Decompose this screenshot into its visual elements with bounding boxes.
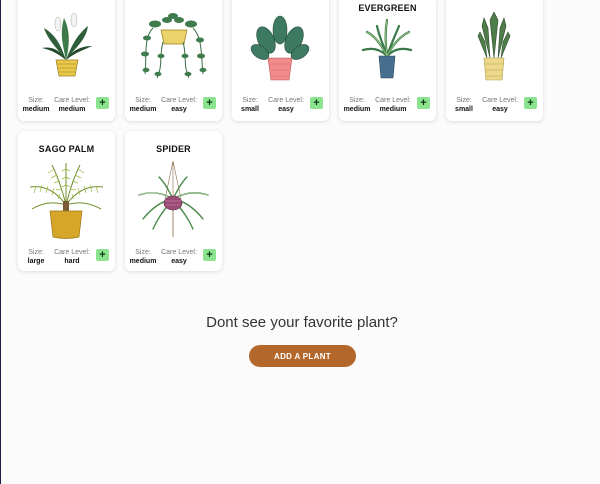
size-value: large <box>27 258 45 265</box>
care-level-label: Care Level: <box>54 249 90 256</box>
plant-card: Size: small Care Level: easy + <box>446 0 543 121</box>
size-value: medium <box>129 106 157 113</box>
add-to-cart-button[interactable]: + <box>203 249 216 261</box>
add-to-cart-button[interactable]: + <box>524 97 537 109</box>
evergreen-plant-icon <box>361 18 413 79</box>
care-level-info: Care Level: hard <box>50 248 94 266</box>
care-level-value: medium <box>58 106 86 113</box>
plant-name: SAGO PALM <box>38 144 95 154</box>
size-label: Size: <box>456 97 472 104</box>
size-value: medium <box>129 258 157 265</box>
plant-card: SPIDER Size: medium Care Level: easy + <box>125 131 222 271</box>
add-to-cart-button[interactable]: + <box>203 97 216 109</box>
add-to-cart-button[interactable]: + <box>96 249 109 261</box>
plant-card: EVERGREEN Size: medium Care Level: mediu… <box>339 0 436 121</box>
size-info: Size: medium <box>128 96 158 114</box>
size-value: small <box>455 106 473 113</box>
size-label: Size: <box>349 97 365 104</box>
care-level-label: Care Level: <box>54 97 90 104</box>
size-label: Size: <box>135 249 151 256</box>
size-info: Size: medium <box>21 96 51 114</box>
care-level-label: Care Level: <box>375 97 411 104</box>
size-label: Size: <box>28 249 44 256</box>
care-level-value: medium <box>379 106 407 113</box>
size-value: medium <box>343 106 371 113</box>
size-value: medium <box>22 106 50 113</box>
missing-plant-prompt: Dont see your favorite plant? <box>206 314 398 331</box>
plant-card: Size: medium Care Level: easy + <box>125 0 222 121</box>
calathea-plant-icon <box>250 15 310 81</box>
care-level-info: Care Level: easy <box>157 96 201 114</box>
care-level-info: Care Level: medium <box>50 96 94 114</box>
size-label: Size: <box>28 97 44 104</box>
plant-card: Size: small Care Level: easy + <box>232 0 329 121</box>
care-level-label: Care Level: <box>161 97 197 104</box>
care-level-value: hard <box>64 258 80 265</box>
size-info: Size: small <box>449 96 479 114</box>
size-info: Size: large <box>21 248 51 266</box>
snake-plant-icon <box>477 12 511 81</box>
size-value: small <box>241 106 259 113</box>
size-label: Size: <box>135 97 151 104</box>
care-level-info: Care Level: easy <box>478 96 522 114</box>
add-to-cart-button[interactable]: + <box>310 97 323 109</box>
spider-plant-icon <box>138 161 209 237</box>
care-level-info: Care Level: easy <box>157 248 201 266</box>
pothos-plant-icon <box>141 13 207 79</box>
plant-card: Size: medium Care Level: medium + <box>18 0 115 121</box>
add-to-cart-button[interactable]: + <box>96 97 109 109</box>
plant-name: SPIDER <box>156 144 191 154</box>
peace-lily-plant-icon <box>42 12 92 77</box>
add-to-cart-button[interactable]: + <box>417 97 430 109</box>
care-level-info: Care Level: easy <box>264 96 308 114</box>
care-level-value: easy <box>492 106 508 113</box>
care-level-value: easy <box>278 106 294 113</box>
care-level-label: Care Level: <box>268 97 304 104</box>
size-label: Size: <box>242 97 258 104</box>
size-info: Size: small <box>235 96 265 114</box>
care-level-value: easy <box>171 258 187 265</box>
add-plant-button[interactable]: ADD A PLANT <box>249 345 356 367</box>
size-info: Size: medium <box>342 96 372 114</box>
care-level-value: easy <box>171 106 187 113</box>
care-level-label: Care Level: <box>482 97 518 104</box>
plant-name: EVERGREEN <box>358 3 417 13</box>
care-level-label: Care Level: <box>161 249 197 256</box>
size-info: Size: medium <box>128 248 158 266</box>
care-level-info: Care Level: medium <box>371 96 415 114</box>
sago-palm-plant-icon <box>29 163 104 239</box>
plant-card: SAGO PALM Size: large Care Level: hard + <box>18 131 115 271</box>
